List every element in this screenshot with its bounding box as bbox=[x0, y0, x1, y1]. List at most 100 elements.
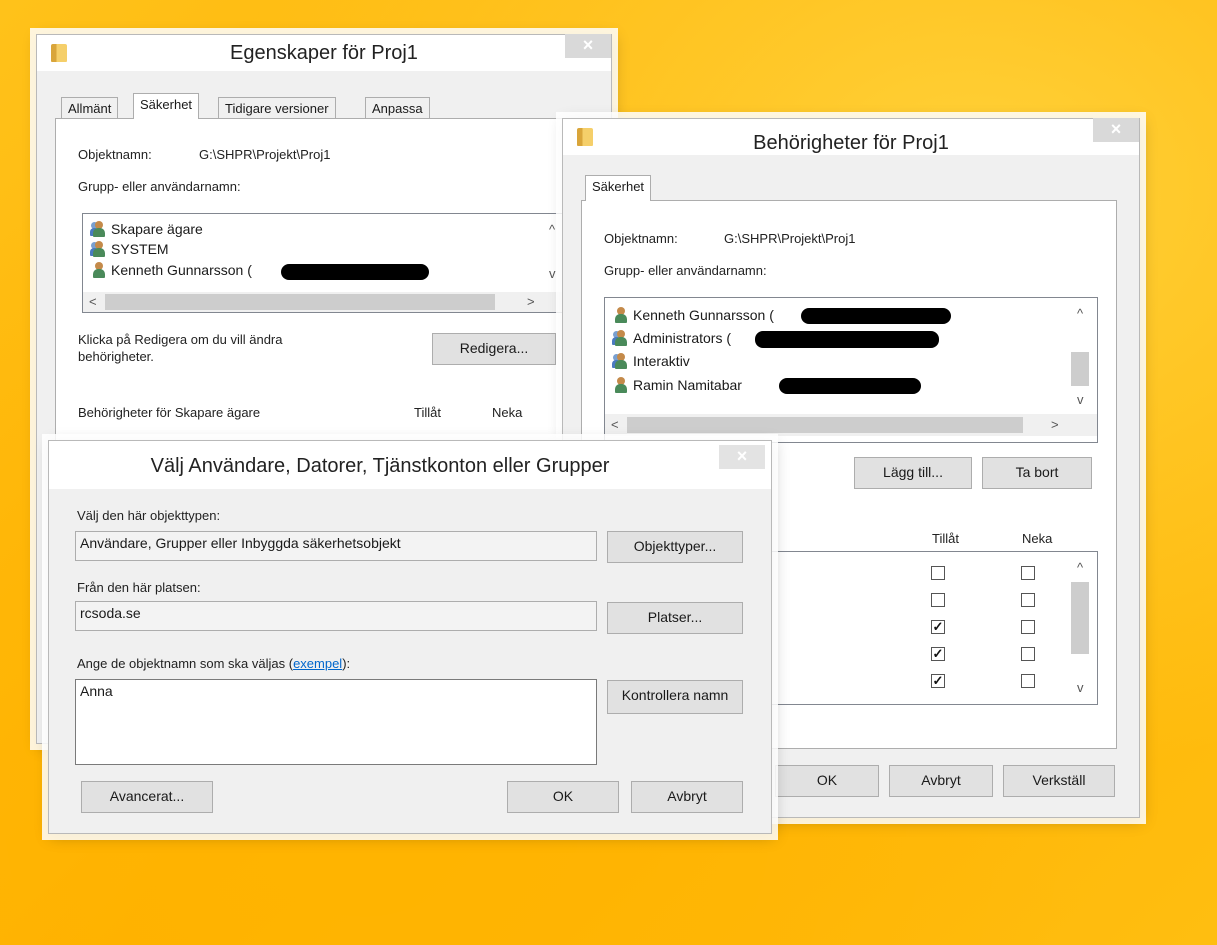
allow-checkbox[interactable] bbox=[931, 593, 945, 607]
tab-tidigare-versioner[interactable]: Tidigare versioner bbox=[218, 97, 336, 119]
cancel-button[interactable]: Avbryt bbox=[889, 765, 993, 797]
list-item[interactable]: Interaktiv bbox=[612, 350, 690, 372]
object-type-label: Välj den här objekttypen: bbox=[77, 508, 221, 523]
user-list[interactable]: Skapare ägare SYSTEM Kenneth Gunnarsson … bbox=[82, 213, 568, 313]
location-label: Från den här platsen: bbox=[77, 580, 201, 595]
scroll-thumb[interactable] bbox=[105, 294, 495, 310]
list-item[interactable]: Kenneth Gunnarsson ( bbox=[91, 259, 252, 281]
user-name: Kenneth Gunnarsson ( bbox=[111, 262, 252, 278]
advanced-button[interactable]: Avancerat... bbox=[81, 781, 213, 813]
scroll-up-icon[interactable]: ^ bbox=[549, 222, 555, 237]
user-icon bbox=[613, 307, 629, 323]
list-item[interactable]: SYSTEM bbox=[90, 238, 169, 260]
permissions-list[interactable]: t ^ v bbox=[732, 551, 1098, 705]
object-type-field[interactable]: Användare, Grupper eller Inbyggda säkerh… bbox=[75, 531, 597, 561]
object-name-label: Objektnamn: bbox=[78, 147, 152, 162]
tab-sakerhet[interactable]: Säkerhet bbox=[133, 93, 200, 119]
list-item[interactable]: Kenneth Gunnarsson ( bbox=[613, 304, 774, 326]
object-name-value: G:\SHPR\Projekt\Proj1 bbox=[724, 231, 856, 246]
remove-button[interactable]: Ta bort bbox=[982, 457, 1092, 489]
edit-hint: Klicka på Redigera om du vill ändra behö… bbox=[78, 332, 283, 364]
scroll-left-icon[interactable]: < bbox=[89, 294, 97, 309]
properties-titlebar: Egenskaper för Proj1 × bbox=[37, 34, 611, 71]
deny-checkbox[interactable] bbox=[1021, 647, 1035, 661]
redaction-mark bbox=[281, 264, 429, 280]
scroll-thumb[interactable] bbox=[1071, 582, 1089, 654]
tab-allmant[interactable]: Allmänt bbox=[61, 97, 119, 119]
properties-title: Egenskaper för Proj1 bbox=[230, 42, 418, 64]
scroll-thumb[interactable] bbox=[627, 417, 1023, 433]
user-name: Administrators ( bbox=[633, 330, 732, 346]
scroll-right-icon[interactable]: > bbox=[527, 294, 535, 309]
group-icon bbox=[90, 221, 107, 237]
redaction-mark bbox=[801, 308, 951, 324]
scroll-up-icon[interactable]: ^ bbox=[1077, 306, 1083, 321]
allow-checkbox[interactable]: ✓ bbox=[931, 674, 945, 688]
apply-button[interactable]: Verkställ bbox=[1003, 765, 1115, 797]
ok-button[interactable]: OK bbox=[507, 781, 619, 813]
permissions-label: Behörigheter för Skapare ägare bbox=[78, 405, 261, 420]
object-names-label: Ange de objektnamn som ska väljas (exemp… bbox=[77, 656, 350, 671]
list-item[interactable]: Administrators ( bbox=[612, 327, 732, 349]
deny-header: Neka bbox=[492, 405, 523, 420]
allow-checkbox[interactable] bbox=[931, 566, 945, 580]
permissions-title: Behörigheter för Proj1 bbox=[753, 132, 949, 154]
tab-anpassa[interactable]: Anpassa bbox=[365, 97, 430, 119]
list-item[interactable]: Ramin Namitabar bbox=[613, 374, 742, 396]
check-names-button[interactable]: Kontrollera namn bbox=[607, 680, 743, 714]
deny-checkbox[interactable] bbox=[1021, 593, 1035, 607]
allow-header: Tillåt bbox=[414, 405, 441, 420]
scroll-down-icon[interactable]: v bbox=[1077, 680, 1084, 695]
redaction-mark bbox=[779, 378, 921, 394]
object-types-button[interactable]: Objekttyper... bbox=[607, 531, 743, 563]
horizontal-scrollbar[interactable]: < > bbox=[605, 414, 1097, 436]
scroll-down-icon[interactable]: v bbox=[549, 266, 556, 281]
user-name: Skapare ägare bbox=[111, 221, 203, 237]
scroll-left-icon[interactable]: < bbox=[611, 417, 619, 432]
scroll-down-icon[interactable]: v bbox=[1077, 392, 1084, 407]
deny-checkbox[interactable] bbox=[1021, 566, 1035, 580]
list-item[interactable]: Skapare ägare bbox=[90, 218, 203, 240]
tab-sakerhet[interactable]: Säkerhet bbox=[585, 175, 652, 201]
select-users-titlebar: Välj Användare, Datorer, Tjänstkonton el… bbox=[49, 441, 771, 489]
deny-checkbox[interactable] bbox=[1021, 674, 1035, 688]
group-icon bbox=[612, 330, 629, 346]
user-name: SYSTEM bbox=[111, 241, 169, 257]
permissions-titlebar: Behörigheter för Proj1 × bbox=[563, 118, 1139, 155]
deny-checkbox[interactable] bbox=[1021, 620, 1035, 634]
user-list[interactable]: Kenneth Gunnarsson ( Administrators ( In… bbox=[604, 297, 1098, 443]
user-name: Interaktiv bbox=[633, 353, 690, 369]
user-name: Ramin Namitabar bbox=[633, 377, 742, 393]
close-icon[interactable]: × bbox=[565, 34, 611, 58]
example-link[interactable]: exempel bbox=[293, 656, 342, 671]
user-icon bbox=[91, 262, 107, 278]
add-button[interactable]: Lägg till... bbox=[854, 457, 972, 489]
object-names-input[interactable]: Anna bbox=[75, 679, 597, 765]
redaction-mark bbox=[755, 331, 939, 348]
locations-button[interactable]: Platser... bbox=[607, 602, 743, 634]
horizontal-scrollbar[interactable]: < > bbox=[83, 292, 567, 312]
edit-button[interactable]: Redigera... bbox=[432, 333, 556, 365]
cancel-button[interactable]: Avbryt bbox=[631, 781, 743, 813]
object-name-value: G:\SHPR\Projekt\Proj1 bbox=[199, 147, 331, 162]
allow-header: Tillåt bbox=[932, 531, 959, 546]
location-field[interactable]: rcsoda.se bbox=[75, 601, 597, 631]
user-name: Kenneth Gunnarsson ( bbox=[633, 307, 774, 323]
select-users-window: Välj Användare, Datorer, Tjänstkonton el… bbox=[48, 440, 772, 834]
close-icon[interactable]: × bbox=[719, 445, 765, 469]
object-names-label-text: Ange de objektnamn som ska väljas ( bbox=[77, 656, 294, 671]
select-users-title: Välj Användare, Datorer, Tjänstkonton el… bbox=[150, 455, 610, 477]
user-icon bbox=[613, 377, 629, 393]
close-icon[interactable]: × bbox=[1093, 118, 1139, 142]
object-name-label: Objektnamn: bbox=[604, 231, 678, 246]
allow-checkbox[interactable]: ✓ bbox=[931, 647, 945, 661]
allow-checkbox[interactable]: ✓ bbox=[931, 620, 945, 634]
scroll-thumb[interactable] bbox=[1071, 352, 1089, 386]
group-label: Grupp- eller användarnamn: bbox=[78, 179, 241, 194]
deny-header: Neka bbox=[1022, 531, 1053, 546]
group-label: Grupp- eller användarnamn: bbox=[604, 263, 767, 278]
ok-button[interactable]: OK bbox=[775, 765, 879, 797]
group-icon bbox=[90, 241, 107, 257]
scroll-right-icon[interactable]: > bbox=[1051, 417, 1059, 432]
scroll-up-icon[interactable]: ^ bbox=[1077, 560, 1083, 575]
